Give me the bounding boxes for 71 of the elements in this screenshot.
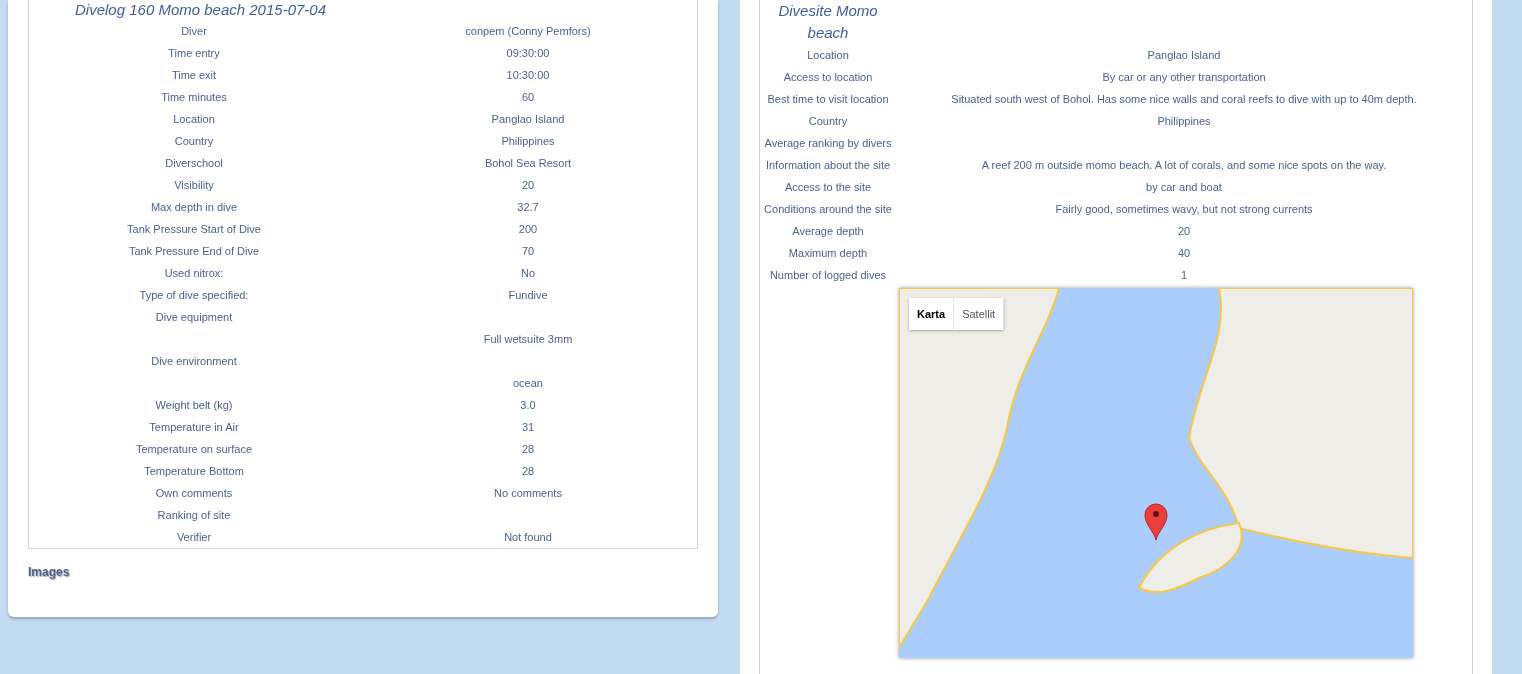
field-value: by car and boat [1145, 180, 1223, 195]
field-label: Ranking of site [156, 508, 232, 523]
field-label: Access to location [782, 70, 874, 85]
field-value: 09:30:00 [505, 46, 551, 61]
field-value: Fairly good, sometimes wavy, but not strong currents [1054, 202, 1314, 217]
field-value: 31 [520, 420, 536, 435]
field-label: Own comments [154, 486, 234, 501]
field-value: Philippines [1156, 114, 1212, 129]
field-label: Time entry [167, 46, 221, 61]
field-value: Philippines [500, 134, 556, 149]
field-value: 20 [520, 178, 536, 193]
images-heading: Images [28, 565, 71, 579]
field-label: Country [173, 134, 215, 149]
field-label: Dive equipment [154, 310, 234, 325]
field-label: Diver [180, 24, 208, 39]
field-value: Bohol Sea Resort [483, 156, 573, 171]
field-label: Verifier [175, 530, 213, 545]
field-value: 200 [517, 222, 539, 237]
field-value: 3.0 [519, 398, 537, 413]
field-value: Panglao Island [1146, 48, 1222, 63]
field-label: Dive environment [150, 354, 238, 369]
field-value: 28 [520, 464, 536, 479]
map-view[interactable]: Karta Satellit [899, 288, 1413, 658]
field-value: 1 [1179, 268, 1189, 283]
field-label: Best time to visit location [766, 92, 890, 107]
field-value: 40 [1176, 246, 1192, 261]
field-label: Temperature Bottom [143, 464, 245, 479]
field-value: No [519, 266, 537, 281]
field-label: Used nitrox: [163, 266, 225, 281]
field-label: Location [806, 48, 850, 63]
field-label: Diverschool [164, 156, 224, 171]
field-value: ocean [512, 376, 544, 391]
map-pin-icon [1144, 503, 1168, 541]
field-value: By car or any other transportation [1101, 70, 1267, 85]
field-value: Fundive [507, 288, 549, 303]
field-value: Panglao Island [490, 112, 566, 127]
map-type-button[interactable]: Karta [909, 298, 955, 330]
field-label: Temperature on surface [134, 442, 254, 457]
field-label: Time minutes [160, 90, 228, 105]
field-label: Access to the site [783, 180, 873, 195]
field-value: A reef 200 m outside momo beach. A lot of corals, and some nice spots on the way. [980, 158, 1388, 173]
field-label: Number of logged dives [768, 268, 888, 283]
field-label: Tank Pressure Start of Dive [126, 222, 262, 237]
field-value: 70 [520, 244, 536, 259]
field-label: Conditions around the site [763, 202, 893, 217]
divesite-title: Divesite Momo beach [777, 1, 879, 43]
field-label: Information about the site [764, 158, 892, 173]
field-label: Temperature in Air [148, 420, 240, 435]
map-type-button[interactable]: Satellit [954, 298, 1005, 330]
field-value: 28 [520, 442, 536, 457]
divelog-title: Divelog 160 Momo beach 2015-07-04 [74, 0, 327, 20]
field-label: Max depth in dive [149, 200, 239, 215]
field-value: Not found [503, 530, 553, 545]
field-label: Type of dive specified: [138, 288, 250, 303]
field-label: Weight belt (kg) [154, 398, 234, 413]
field-label: Maximum depth [787, 246, 869, 261]
field-label: Average depth [791, 224, 865, 239]
field-value: 32.7 [516, 200, 540, 215]
field-value: 10:30:00 [505, 68, 551, 83]
field-label: Average ranking by divers [763, 136, 893, 151]
field-label: Tank Pressure End of Dive [127, 244, 261, 259]
field-label: Country [807, 114, 849, 129]
field-value: Full wetsuite 3mm [482, 332, 574, 347]
field-value: No comments [493, 486, 563, 501]
field-value: 20 [1176, 224, 1192, 239]
field-value: 60 [520, 90, 536, 105]
field-label: Time exit [170, 68, 218, 83]
field-value: Situated south west of Bohol. Has some nice walls and coral reefs to dive with up to 40m depth. [950, 92, 1418, 107]
field-value: conpem (Conny Pemfors) [464, 24, 592, 39]
field-label: Visibility [173, 178, 215, 193]
field-label: Location [172, 112, 216, 127]
